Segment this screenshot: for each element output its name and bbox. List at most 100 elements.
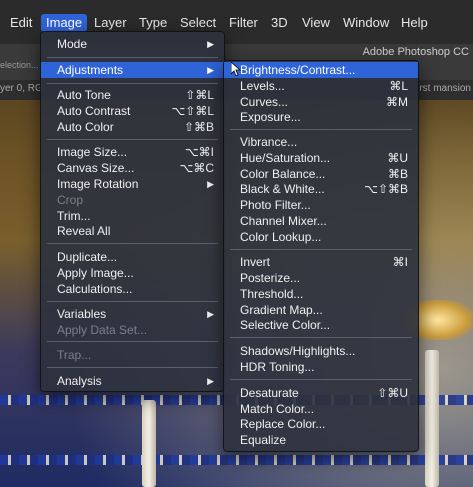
triangle-right-icon: ▶ (207, 309, 214, 319)
doc-tab-left[interactable]: yer 0, RG (0, 83, 43, 94)
menu-item-replace-color[interactable]: Replace Color... (224, 416, 418, 432)
menu-item-trap: Trap... (41, 347, 224, 363)
selection-hint: election... (0, 60, 39, 70)
menu-item-vibrance[interactable]: Vibrance... (224, 134, 418, 150)
menu-layer[interactable]: Layer (89, 14, 132, 32)
column (142, 400, 156, 487)
menu-item-label: Auto Contrast (57, 104, 131, 118)
separator (47, 57, 218, 58)
menu-item-image-size[interactable]: Image Size... ⌥⌘I (41, 144, 224, 160)
menu-select[interactable]: Select (175, 14, 221, 32)
menu-item-label: Posterize... (240, 271, 301, 285)
menu-item-curves[interactable]: Curves... ⌘M (224, 94, 418, 110)
menu-item-label: Auto Tone (57, 88, 111, 102)
menu-item-label: Crop (57, 193, 84, 207)
menu-item-label: Photo Filter... (240, 198, 311, 212)
arrow-pointer-icon (231, 62, 241, 76)
menu-item-label: Canvas Size... (57, 161, 135, 175)
menu-item-label: Trim... (57, 209, 91, 223)
menu-type[interactable]: Type (134, 14, 172, 32)
menu-window[interactable]: Window (338, 14, 394, 32)
menu-item-label: Selective Color... (240, 318, 331, 332)
menu-item-gradient-map[interactable]: Gradient Map... (224, 302, 418, 318)
menu-item-label: Image Rotation (57, 177, 139, 191)
menu-item-canvas-size[interactable]: Canvas Size... ⌥⌘C (41, 160, 224, 176)
menu-item-equalize[interactable]: Equalize (224, 432, 418, 448)
menu-item-variables[interactable]: Variables ▶ (41, 306, 224, 322)
menu-item-duplicate[interactable]: Duplicate... (41, 249, 224, 265)
menu-item-label: Variables (57, 307, 107, 321)
menu-3d[interactable]: 3D (266, 14, 293, 32)
separator (47, 83, 218, 84)
menu-item-invert[interactable]: Invert ⌘I (224, 254, 418, 270)
menu-item-auto-tone[interactable]: Auto Tone ⇧⌘L (41, 87, 224, 103)
triangle-right-icon: ▶ (207, 65, 214, 75)
menu-item-image-rotation[interactable]: Image Rotation ▶ (41, 176, 224, 192)
separator (47, 301, 218, 302)
menu-item-exposure[interactable]: Exposure... (224, 109, 418, 125)
triangle-right-icon: ▶ (207, 39, 214, 49)
menu-item-levels[interactable]: Levels... ⌘L (224, 78, 418, 94)
menu-edit[interactable]: Edit (5, 14, 37, 32)
menu-item-label: Exposure... (240, 110, 301, 124)
doc-tab-right[interactable]: rst mansion (419, 83, 471, 94)
menu-item-selective-color[interactable]: Selective Color... (224, 317, 418, 333)
menu-item-label: Image Size... (57, 145, 128, 159)
menu-item-mode[interactable]: Mode ▶ (41, 36, 224, 52)
menu-item-threshold[interactable]: Threshold... (224, 286, 418, 302)
shortcut-label: ⌘M (386, 95, 408, 109)
menu-item-color-balance[interactable]: Color Balance... ⌘B (224, 166, 418, 182)
menu-item-label: Desaturate (240, 386, 299, 400)
menu-item-posterize[interactable]: Posterize... (224, 270, 418, 286)
menu-item-label: Color Lookup... (240, 230, 322, 244)
menu-item-label: HDR Toning... (240, 360, 315, 374)
menu-item-match-color[interactable]: Match Color... (224, 401, 418, 417)
menu-filter[interactable]: Filter (224, 14, 263, 32)
menu-item-label: Apply Image... (57, 266, 134, 280)
shortcut-label: ⌘I (392, 255, 408, 269)
menu-item-hue-saturation[interactable]: Hue/Saturation... ⌘U (224, 150, 418, 166)
menu-item-label: Threshold... (240, 287, 304, 301)
menu-item-auto-color[interactable]: Auto Color ⇧⌘B (41, 119, 224, 135)
menu-item-label: Invert (240, 255, 271, 269)
menu-item-adjustments[interactable]: Adjustments ▶ (41, 62, 224, 78)
menu-item-black-white[interactable]: Black & White... ⌥⇧⌘B (224, 181, 418, 197)
tile-stripe (0, 455, 473, 465)
menu-item-brightness-contrast[interactable]: Brightness/Contrast... (224, 62, 418, 78)
menu-item-label: Equalize (240, 433, 287, 447)
menu-item-hdr-toning[interactable]: HDR Toning... (224, 359, 418, 375)
menu-item-label: Curves... (240, 95, 289, 109)
separator (47, 243, 218, 244)
menu-item-channel-mixer[interactable]: Channel Mixer... (224, 213, 418, 229)
shortcut-label: ⇧⌘L (185, 88, 214, 102)
menu-item-label: Replace Color... (240, 417, 326, 431)
menu-image[interactable]: Image (41, 14, 88, 32)
menu-item-auto-contrast[interactable]: Auto Contrast ⌥⇧⌘L (41, 103, 224, 119)
menu-item-reveal-all[interactable]: Reveal All (41, 223, 224, 239)
menu-item-label: Mode (57, 37, 88, 51)
menu-item-photo-filter[interactable]: Photo Filter... (224, 197, 418, 213)
menu-item-color-lookup[interactable]: Color Lookup... (224, 229, 418, 245)
menu-item-trim[interactable]: Trim... (41, 208, 224, 224)
menu-item-label: Channel Mixer... (240, 214, 327, 228)
menu-item-label: Gradient Map... (240, 303, 323, 317)
shortcut-label: ⌘B (387, 167, 408, 181)
menu-item-label: Reveal All (57, 224, 111, 238)
menu-item-calculations[interactable]: Calculations... (41, 281, 224, 297)
menu-item-apply-image[interactable]: Apply Image... (41, 265, 224, 281)
triangle-right-icon: ▶ (207, 376, 214, 386)
menu-item-label: Levels... (240, 79, 285, 93)
column (425, 350, 439, 487)
menu-view[interactable]: View (297, 14, 335, 32)
separator (230, 379, 412, 380)
menu-item-label: Trap... (57, 348, 92, 362)
separator (47, 367, 218, 368)
menu-item-label: Hue/Saturation... (240, 151, 331, 165)
shortcut-label: ⌘L (389, 79, 408, 93)
menu-item-label: Apply Data Set... (57, 323, 148, 337)
menu-help[interactable]: Help (396, 14, 433, 32)
menu-item-crop: Crop (41, 192, 224, 208)
menu-item-analysis[interactable]: Analysis ▶ (41, 373, 224, 389)
menu-item-desaturate[interactable]: Desaturate ⇧⌘U (224, 385, 418, 401)
menu-item-shadows-highlights[interactable]: Shadows/Highlights... (224, 343, 418, 359)
